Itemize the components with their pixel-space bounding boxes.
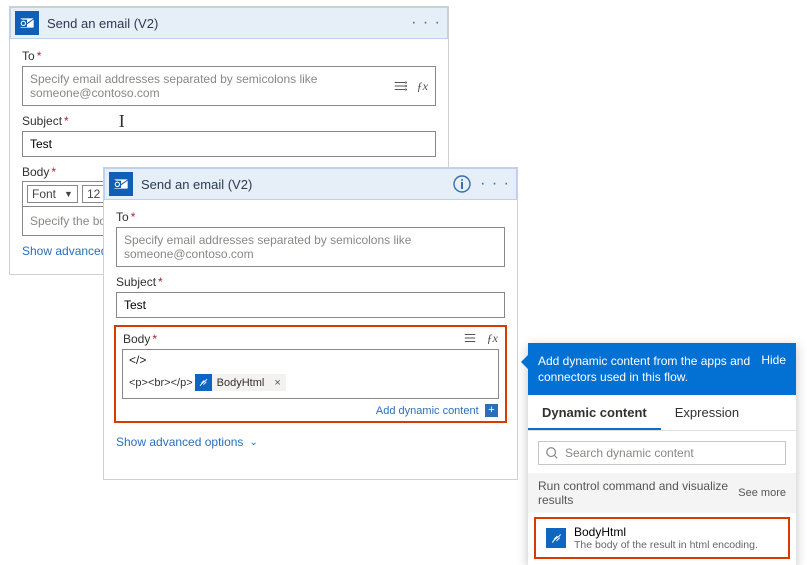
- section-header: Run control command and visualize result…: [528, 473, 796, 513]
- fx-icon[interactable]: ƒx: [417, 79, 428, 94]
- connector-icon: [195, 374, 212, 391]
- tab-expression[interactable]: Expression: [661, 395, 753, 430]
- to-label: To*: [116, 210, 505, 224]
- to-input[interactable]: Specify email addresses separated by sem…: [116, 227, 505, 267]
- search-input[interactable]: Search dynamic content: [538, 441, 786, 465]
- search-icon: [545, 446, 559, 460]
- overflow-menu-icon[interactable]: · · ·: [411, 14, 441, 32]
- dynamic-content-icon[interactable]: [463, 331, 477, 346]
- body-fieldset-highlight: Body* ƒx </> <p><br></p> BodyHtml ×: [114, 325, 507, 423]
- subject-label: Subject* I: [22, 114, 436, 128]
- subject-label: Subject*: [116, 275, 505, 289]
- dynamic-content-icon[interactable]: [393, 79, 407, 94]
- to-label: To*: [22, 49, 436, 63]
- card-header[interactable]: Send an email (V2) · · ·: [104, 168, 517, 200]
- panel-tabs: Dynamic content Expression: [528, 395, 796, 431]
- card-title: Send an email (V2): [47, 16, 411, 31]
- body-label: Body*: [123, 332, 463, 346]
- bodyhtml-item[interactable]: BodyHtml The body of the result in html …: [534, 517, 790, 559]
- outlook-icon: [15, 11, 39, 35]
- plus-icon[interactable]: +: [485, 404, 498, 417]
- font-selector[interactable]: Font▼: [27, 185, 78, 203]
- to-input[interactable]: Specify email addresses separated by sem…: [22, 66, 436, 106]
- token-remove-icon[interactable]: ×: [269, 377, 285, 389]
- hide-link[interactable]: Hide: [761, 353, 786, 385]
- card-title: Send an email (V2): [141, 177, 452, 192]
- text-cursor-icon: I: [119, 115, 125, 127]
- fx-icon[interactable]: ƒx: [487, 331, 498, 346]
- outlook-icon: [109, 172, 133, 196]
- subject-input[interactable]: Test: [22, 131, 436, 157]
- body-code-area[interactable]: </> <p><br></p> BodyHtml ×: [122, 349, 499, 399]
- add-dynamic-content-row: Add dynamic content +: [116, 401, 505, 421]
- add-dynamic-content-link[interactable]: Add dynamic content: [376, 405, 479, 417]
- panel-arrow: [521, 355, 528, 369]
- chevron-down-icon: ⌄: [249, 437, 257, 448]
- tab-dynamic-content[interactable]: Dynamic content: [528, 395, 661, 430]
- dynamic-content-panel: Add dynamic content from the apps and co…: [528, 343, 796, 565]
- panel-header: Add dynamic content from the apps and co…: [528, 343, 796, 395]
- bodyhtml-token[interactable]: BodyHtml ×: [195, 374, 286, 391]
- see-more-link[interactable]: See more: [738, 487, 786, 499]
- show-advanced-link[interactable]: Show advanced options ⌄: [116, 427, 505, 459]
- overflow-menu-icon[interactable]: · · ·: [480, 175, 510, 193]
- subject-input[interactable]: Test: [116, 292, 505, 318]
- card-header[interactable]: Send an email (V2) · · ·: [10, 7, 448, 39]
- email-card-expanded: Send an email (V2) · · · To* Specify ema…: [103, 167, 518, 480]
- info-icon[interactable]: [452, 174, 472, 194]
- connector-icon: [546, 528, 566, 548]
